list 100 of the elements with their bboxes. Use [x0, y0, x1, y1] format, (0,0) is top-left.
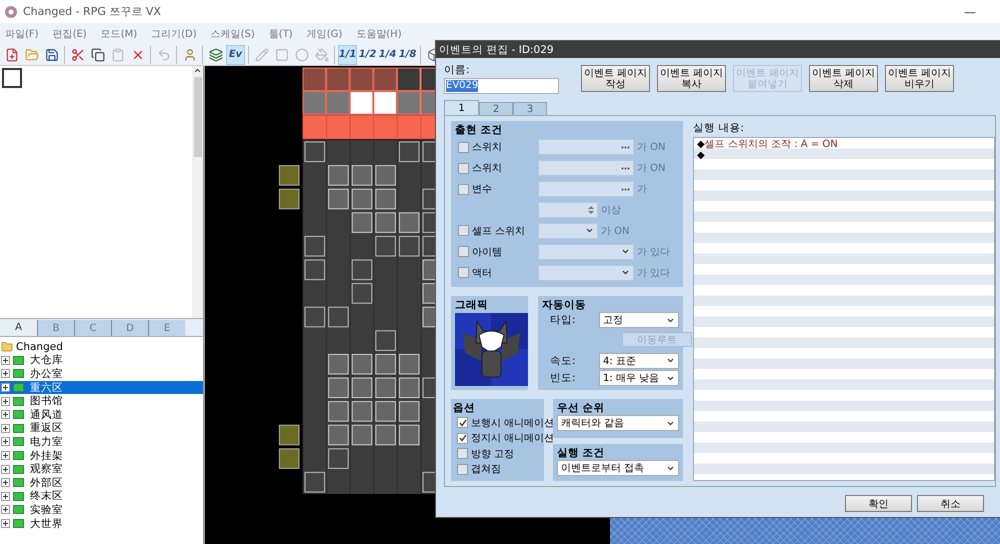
- checkbox[interactable]: [458, 162, 469, 174]
- checkbox[interactable]: [458, 267, 469, 278]
- tree-row-highlight[interactable]: 通风道: [0, 408, 203, 422]
- menu-item[interactable]: 모드(M): [100, 26, 138, 40]
- condition-suffix: 가: [637, 183, 647, 196]
- checkbox[interactable]: [458, 142, 469, 153]
- expand-icon[interactable]: [1, 437, 10, 446]
- ellipsis-icon: [621, 188, 630, 191]
- scroll-up-icon[interactable]: [193, 66, 202, 75]
- expand-icon[interactable]: [1, 396, 10, 406]
- map-icon: [13, 505, 24, 514]
- tree-row-highlight[interactable]: 办公室: [0, 367, 203, 381]
- tree-row-highlight[interactable]: 实验室: [0, 503, 203, 517]
- tree-row-highlight[interactable]: 外部区: [0, 476, 203, 490]
- toolbar-button[interactable]: 1/4: [378, 44, 397, 64]
- map-icon: [13, 369, 24, 378]
- tree-row-highlight[interactable]: 重返区: [0, 422, 203, 436]
- map-icon: [13, 492, 24, 501]
- expand-icon[interactable]: [1, 369, 10, 378]
- tree-item[interactable]: 重六区: [30, 380, 63, 395]
- checkbox[interactable]: [458, 225, 469, 236]
- tree-row-highlight[interactable]: 图书馆: [0, 394, 203, 408]
- select-field[interactable]: [538, 139, 634, 156]
- tree-row-highlight[interactable]: 终末区: [0, 490, 203, 504]
- tree-row-highlight[interactable]: 电力室: [0, 435, 203, 449]
- page-tab[interactable]: 2: [479, 102, 513, 115]
- page-button[interactable]: 이벤트 페이지 삭제: [809, 65, 878, 92]
- tree-row-highlight[interactable]: 大世界: [0, 516, 203, 530]
- command-line[interactable]: ◆셀프 스위치의 조작 : A = ON: [694, 140, 994, 150]
- tree-item[interactable]: 终末区: [30, 489, 63, 504]
- expand-icon[interactable]: [1, 464, 10, 474]
- menu-item[interactable]: 편집(E): [52, 26, 87, 40]
- menu-item[interactable]: 스케일(S): [210, 26, 255, 40]
- tree-row-highlight[interactable]: 外挂架: [0, 448, 203, 462]
- menu-item[interactable]: 파일(F): [5, 26, 39, 40]
- checkbox[interactable]: [457, 432, 468, 444]
- expand-icon[interactable]: [1, 410, 10, 420]
- tree-item[interactable]: 办公室: [30, 366, 63, 381]
- priority-dropdown[interactable]: 캐릭터와 같음: [557, 415, 679, 431]
- scroll-thumb[interactable]: [194, 77, 202, 157]
- checkbox[interactable]: [457, 417, 468, 428]
- frequency-label: 빈도:: [549, 371, 577, 385]
- condition-label: 셀프 스위치: [472, 224, 526, 238]
- command-line[interactable]: ◆: [694, 150, 994, 161]
- tree-item[interactable]: 外部区: [30, 476, 63, 490]
- page-button[interactable]: 이벤트 페이지 비우기: [885, 65, 954, 92]
- tree-item[interactable]: Changed: [16, 340, 63, 353]
- tree-item[interactable]: 通风道: [30, 408, 63, 422]
- toolbar-button[interactable]: 1/8: [398, 44, 417, 64]
- select-field[interactable]: [538, 160, 634, 176]
- speed-dropdown[interactable]: 4: 표준: [599, 352, 679, 368]
- menu-item[interactable]: 게임(G): [306, 26, 342, 40]
- page-button[interactable]: 이벤트 페이지 작성: [581, 65, 650, 92]
- toolbar-button[interactable]: Ev: [226, 44, 245, 64]
- menu-item[interactable]: 도움말(H): [356, 26, 402, 40]
- scrollbar[interactable]: [192, 66, 203, 318]
- minimize-button[interactable]: —: [964, 4, 976, 18]
- tree-row-highlight[interactable]: 大仓库: [0, 354, 203, 368]
- folder-icon: [1, 340, 13, 353]
- tree-item[interactable]: 图书馆: [30, 394, 63, 408]
- checkbox[interactable]: [457, 464, 468, 475]
- tree-item[interactable]: 重返区: [30, 421, 63, 436]
- character-sprite-drawing[interactable]: [455, 313, 528, 386]
- spin-arrows-icon[interactable]: [588, 205, 594, 215]
- page-tab[interactable]: 3: [513, 102, 547, 115]
- checkbox[interactable]: [457, 448, 468, 460]
- expand-icon[interactable]: [1, 478, 10, 488]
- tree-item[interactable]: 大仓库: [30, 353, 63, 368]
- tree-item[interactable]: 外挂架: [30, 448, 63, 463]
- number-field[interactable]: [538, 202, 598, 218]
- tree-row-highlight[interactable]: 重六区: [0, 380, 203, 394]
- type-dropdown[interactable]: 고정: [599, 312, 679, 328]
- toolbar-button[interactable]: 1/2: [358, 44, 377, 64]
- dialog-button[interactable]: 취소: [917, 495, 984, 512]
- dialog-button[interactable]: 확인: [845, 495, 912, 512]
- toolbar-button[interactable]: 1/1: [338, 44, 357, 64]
- checkbox[interactable]: [458, 184, 469, 195]
- expand-icon[interactable]: [1, 383, 10, 392]
- tree-item[interactable]: 大世界: [30, 516, 63, 531]
- expand-icon[interactable]: [1, 519, 10, 528]
- expand-icon[interactable]: [1, 356, 10, 365]
- expand-icon[interactable]: [1, 505, 10, 514]
- option-label: 겹쳐짐: [471, 463, 501, 476]
- tree-row-highlight[interactable]: 观察室: [0, 462, 203, 476]
- frequency-dropdown[interactable]: 1: 매우 낮음: [599, 370, 679, 386]
- checkbox[interactable]: [458, 246, 469, 258]
- trigger-dropdown[interactable]: 이벤트로부터 접촉: [557, 460, 679, 476]
- name-field[interactable]: EV029: [444, 78, 559, 94]
- tree-item[interactable]: 电力室: [30, 434, 63, 449]
- expand-icon[interactable]: [1, 451, 10, 460]
- menu-item[interactable]: 툴(T): [268, 26, 293, 40]
- page-tab[interactable]: 1: [444, 100, 479, 115]
- page-button[interactable]: 이벤트 페이지 복사: [657, 65, 726, 92]
- tree-item[interactable]: 实验室: [30, 502, 63, 517]
- tile-cursor[interactable]: [2, 68, 22, 88]
- expand-icon[interactable]: [1, 424, 10, 433]
- select-field[interactable]: [538, 181, 634, 198]
- tree-item[interactable]: 观察室: [30, 462, 63, 476]
- menu-item[interactable]: 그리기(D): [151, 26, 197, 40]
- expand-icon[interactable]: [1, 492, 10, 501]
